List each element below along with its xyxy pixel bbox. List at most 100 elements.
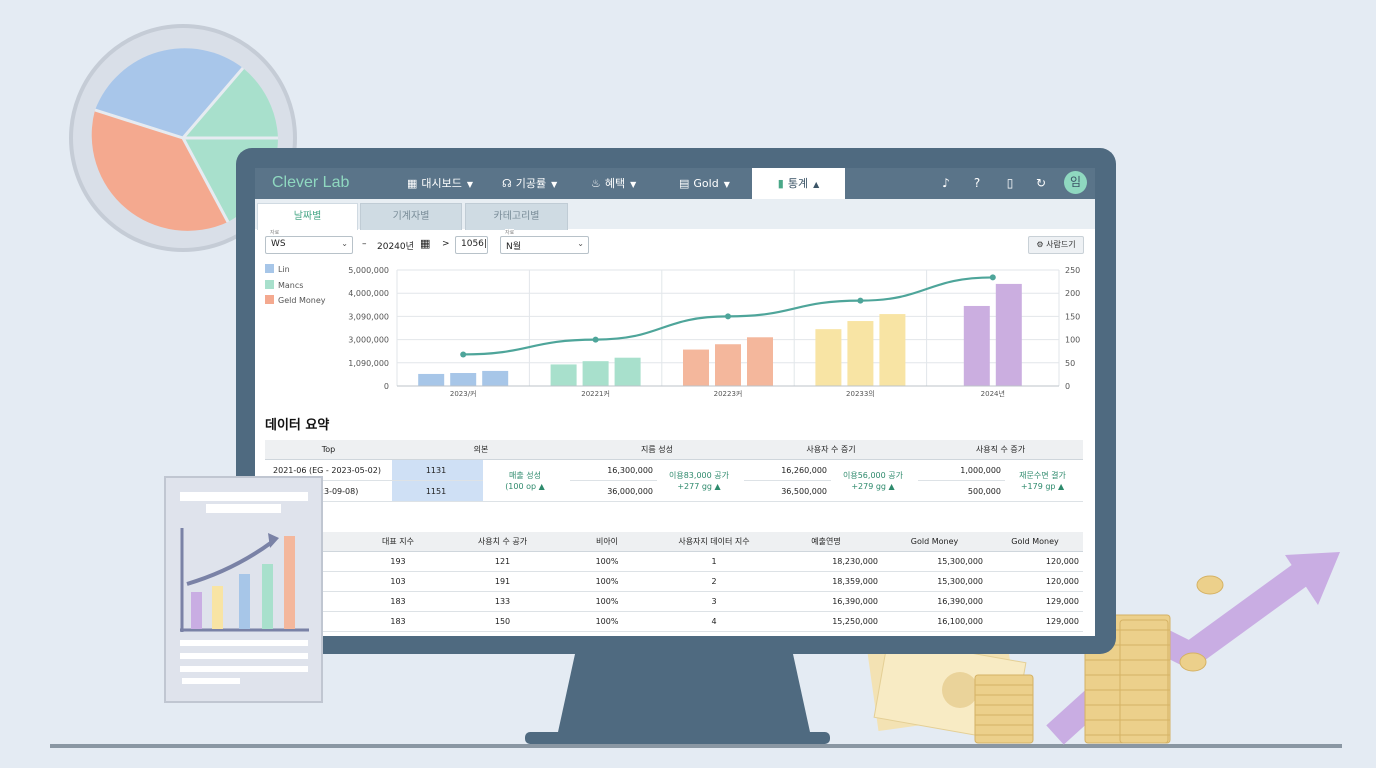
detail-cell: 183 bbox=[347, 591, 449, 612]
mobile-icon[interactable]: ▯ bbox=[1002, 175, 1018, 191]
summary-cell: 1,000,000 bbox=[918, 459, 1005, 481]
detail-cell: 120,000 bbox=[987, 551, 1083, 572]
trend-point bbox=[460, 351, 467, 358]
detail-cell: 15,250,000 bbox=[770, 611, 882, 632]
nav-label: 통계 bbox=[787, 177, 809, 190]
avatar[interactable]: 임 bbox=[1064, 171, 1087, 194]
note-line: (100 op ▲ bbox=[505, 481, 545, 491]
detail-cell: 18,359,000 bbox=[770, 571, 882, 592]
detail-cell: 133 bbox=[449, 591, 556, 612]
detail-cell: 193 bbox=[347, 551, 449, 572]
summary-table: Top 의본 지름 성성 사용자 수 증기 사용직 수 증가 2021-06 (… bbox=[265, 440, 1083, 502]
unit-select-value: N월 bbox=[506, 242, 522, 252]
unit-select[interactable]: 자료 N월 ⌄ bbox=[500, 229, 589, 254]
tab-by-category[interactable]: 카테고리별 bbox=[465, 203, 568, 230]
unit-select-label: 자료 bbox=[505, 229, 515, 236]
table-row[interactable]: >27183150100%415,250,00016,100,000129,00… bbox=[265, 611, 1083, 632]
summary-cell: 16,300,000 bbox=[570, 459, 657, 481]
chart-bar bbox=[582, 361, 609, 386]
x-tick-label: 20221커 bbox=[581, 389, 610, 398]
bell-icon[interactable]: ♪ bbox=[938, 175, 954, 191]
tab-by-machine[interactable]: 기계자별 bbox=[360, 203, 462, 230]
report-document-illustration bbox=[164, 476, 323, 703]
nav-label: Gold bbox=[693, 177, 719, 190]
detail-header: 사용치 수 공가 bbox=[449, 532, 556, 552]
refresh-icon[interactable]: ↻ bbox=[1033, 175, 1049, 191]
detail-cell: 16,390,000 bbox=[882, 591, 987, 612]
help-icon[interactable]: ? bbox=[969, 175, 985, 191]
detail-cell: 15,250,000 bbox=[770, 631, 882, 636]
nav-item-benefit[interactable]: ♨ 혜택 ▼ bbox=[591, 168, 636, 199]
summary-note: 이용56,000 공가 +279 gg ▲ bbox=[831, 459, 918, 502]
top-navbar: Clever Lab ▦ 대시보드 ▼ ☊ 기공률 ▼ ♨ 혜택 ▼ ▤ Gold ▼ ▮ 통계 ▲… bbox=[255, 168, 1095, 199]
detail-header: Gold Money bbox=[987, 532, 1083, 552]
detail-cell: 100% bbox=[556, 551, 658, 572]
summary-note: 재문수면 결가 +179 gp ▲ bbox=[1005, 459, 1083, 502]
chart-bar bbox=[815, 329, 842, 386]
summary-cell: 500,000 bbox=[918, 480, 1005, 502]
note-line: +279 gg ▲ bbox=[851, 481, 895, 491]
detail-cell: 129,000 bbox=[987, 591, 1083, 612]
note-line: +179 gp ▲ bbox=[1020, 481, 1065, 491]
settings-button[interactable]: ⚙ 사람드기 bbox=[1028, 236, 1084, 254]
brand-logo[interactable]: Clever Lab bbox=[272, 174, 349, 192]
detail-cell: 18,230,000 bbox=[770, 551, 882, 572]
range-dash: – bbox=[362, 239, 367, 249]
summary-cell: 16,260,000 bbox=[744, 459, 831, 481]
gear-icon: ⚙ bbox=[1036, 240, 1044, 249]
calendar-icon[interactable]: ▦ bbox=[420, 237, 430, 250]
note-line: +277 gg ▲ bbox=[677, 481, 721, 491]
nav-label: 대시보드 bbox=[421, 177, 462, 190]
summary-cell: 1131 bbox=[392, 459, 483, 481]
detail-cell: 120,000 bbox=[987, 571, 1083, 592]
y-tick-label: 3,090,000 bbox=[348, 312, 389, 321]
summary-header: 사용직 수 증가 bbox=[918, 440, 1083, 460]
summary-note: 매출 성성 (100 op ▲ bbox=[483, 459, 570, 502]
table-row[interactable]: >27133133100%515,250,00016,300,000120,00… bbox=[265, 631, 1083, 636]
x-tick-label: 2023/커 bbox=[450, 389, 477, 398]
tab-by-date[interactable]: 날짜별 bbox=[257, 203, 358, 230]
chevron-down-icon: ▼ bbox=[551, 180, 558, 189]
chevron-down-icon: ▼ bbox=[723, 180, 730, 189]
chart-bar bbox=[715, 344, 741, 386]
y2-tick-label: 200 bbox=[1065, 289, 1080, 298]
detail-cell: 183 bbox=[347, 611, 449, 632]
table-row[interactable]: >37193121100%118,230,00015,300,000120,00… bbox=[265, 551, 1083, 572]
y-tick-label: 5,000,000 bbox=[348, 266, 389, 275]
chart-bar bbox=[614, 357, 641, 386]
note-line: 이용56,000 공가 bbox=[843, 470, 903, 480]
detail-cell: 100% bbox=[556, 631, 658, 636]
nav-item-stats[interactable]: ▮ 통계 ▲ bbox=[752, 168, 845, 199]
detail-cell: 1 bbox=[658, 551, 770, 572]
y2-tick-label: 250 bbox=[1065, 266, 1080, 275]
chart-bar bbox=[879, 314, 906, 386]
summary-header: 사용자 수 증기 bbox=[744, 440, 918, 460]
type-select[interactable]: 자료 WS ⌄ bbox=[265, 229, 353, 254]
detail-cell: 16,300,000 bbox=[882, 631, 987, 636]
table-row[interactable]: >27183133100%316,390,00016,390,000129,00… bbox=[265, 591, 1083, 612]
detail-cell: 150 bbox=[449, 611, 556, 632]
detail-cell: 2 bbox=[658, 571, 770, 592]
x-tick-label: 2024년 bbox=[981, 389, 1005, 398]
chart-bar bbox=[995, 283, 1022, 386]
nav-item-gold[interactable]: ▤ Gold ▼ bbox=[679, 168, 730, 199]
y-tick-label: 4,000,000 bbox=[348, 289, 389, 298]
summary-title: 데이터 요약 bbox=[265, 418, 330, 433]
detail-cell: 3 bbox=[658, 591, 770, 612]
detail-header: 예출연명 bbox=[770, 532, 882, 552]
nav-item-rate[interactable]: ☊ 기공률 ▼ bbox=[502, 168, 557, 199]
summary-cell: 1151 bbox=[392, 480, 483, 502]
detail-table: 대표 지수 사용치 수 공가 비아이 사용자지 데이터 지수 예출연명 Gold… bbox=[265, 532, 1083, 636]
tab-bar: 날짜별 기계자별 카테고리별 bbox=[255, 199, 1095, 230]
y2-tick-label: 150 bbox=[1065, 312, 1080, 321]
summary-cell: 36,000,000 bbox=[570, 480, 657, 502]
arrow-separator: > bbox=[442, 239, 450, 249]
date-value[interactable]: 20240년 bbox=[377, 239, 414, 252]
detail-cell: 121 bbox=[449, 551, 556, 572]
table-row[interactable]: >27103191100%218,359,00015,300,000120,00… bbox=[265, 571, 1083, 592]
table-row[interactable]: 2021-06 (EG - 2023-05-02) 1131 매출 성성 (100… bbox=[265, 459, 1083, 502]
count-input[interactable]: 1056| bbox=[455, 236, 488, 254]
trend-point bbox=[592, 336, 599, 343]
combo-chart: 5,000,000 4,000,000 3,090,000 3,000,000 1,09… bbox=[348, 266, 1080, 398]
nav-item-dashboard[interactable]: ▦ 대시보드 ▼ bbox=[407, 168, 473, 199]
